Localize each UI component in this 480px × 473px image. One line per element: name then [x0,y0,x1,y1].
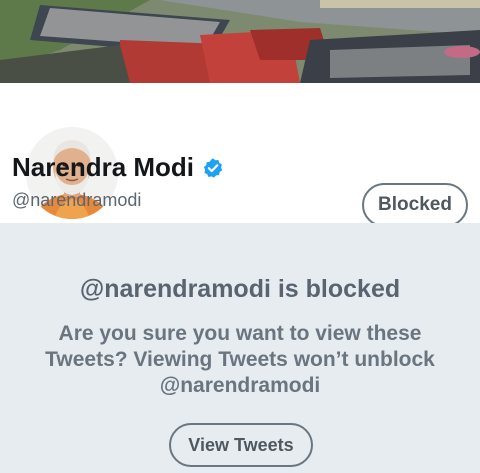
verified-badge-icon [202,157,224,179]
blocked-notice-title: @narendramodi is blocked [79,275,401,303]
profile-name: Narendra Modi [12,152,195,182]
blocked-notice-message: Are you sure you want to view these Twee… [45,322,435,397]
profile-handle: @narendramodi [12,190,142,210]
view-tweets-button[interactable]: View Tweets [169,423,313,467]
header-banner-image [0,0,480,83]
blocked-button[interactable]: Blocked [362,183,468,227]
profile-name-row: Narendra Modi [12,152,224,183]
blocked-notice-panel: @narendramodi is blocked Are you sure yo… [0,223,480,473]
